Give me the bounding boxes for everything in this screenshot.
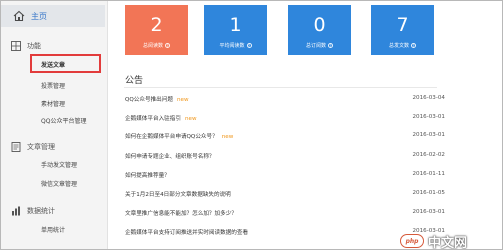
- notice-date: 2016-03-04: [412, 95, 445, 101]
- notice-date: 2016-03-01: [412, 114, 445, 120]
- grid-icon: [11, 41, 21, 51]
- notice-row[interactable]: 如何在企鹅媒体平台申请QQ公众号？ new 2016-03-01: [125, 132, 445, 144]
- notice-row[interactable]: QQ公众号推出问题 new 2016-03-04: [125, 95, 445, 107]
- sidebar-item-vote-manage[interactable]: 投票管理: [41, 81, 65, 90]
- sidebar-section-label: 文章管理: [27, 143, 55, 151]
- sidebar-section-article: 文章管理: [11, 142, 55, 152]
- notice-row[interactable]: 企鹅媒体平台支持订阅推送并实时阅读数据的查看 2016-03-01: [125, 228, 445, 240]
- watermark: php 中文网: [400, 232, 502, 250]
- notice-date: 2016-01-11: [412, 171, 445, 177]
- notice-date: 2016-02-02: [412, 152, 445, 158]
- sidebar-item-single-stats[interactable]: 单用统计: [41, 225, 65, 234]
- new-badge: new: [176, 97, 189, 103]
- sidebar: 主页 功能 发送文章 投票管理 素材管理 QQ公众平台管理 文章管理 手动发文管…: [1, 1, 108, 249]
- app-window: 主页 功能 发送文章 投票管理 素材管理 QQ公众平台管理 文章管理 手动发文管…: [0, 0, 503, 250]
- stat-caption: 总阅读数: [142, 43, 163, 49]
- sidebar-home-label: 主页: [31, 11, 47, 21]
- notice-text[interactable]: 如何在企鹅媒体平台申请QQ公众号？ new: [125, 132, 233, 140]
- stat-value: 1: [229, 14, 242, 36]
- notice-row[interactable]: 关于1月2日至4日部分文章数据缺失的说明 2016-01-05: [125, 190, 445, 202]
- stat-value: 2: [150, 14, 163, 36]
- stat-card-total-subs[interactable]: 0 总订阅数?: [288, 5, 351, 55]
- sidebar-section-label: 功能: [27, 42, 41, 50]
- notice-text[interactable]: 关于1月2日至4日部分文章数据缺失的说明: [125, 190, 231, 198]
- stat-caption: 总订阅数: [305, 43, 326, 49]
- notice-text[interactable]: 如何提高推荐量？: [125, 171, 170, 179]
- help-icon[interactable]: ?: [165, 43, 170, 48]
- document-icon: [11, 142, 21, 152]
- notice-row[interactable]: 文章里推广信息能不能加？怎么加？加多少？ 2016-03-01: [125, 209, 445, 221]
- new-badge: new: [221, 134, 234, 140]
- notice-title: 公告: [125, 76, 144, 86]
- help-icon[interactable]: ?: [328, 43, 333, 48]
- notice-row[interactable]: 企鹅媒体平台入驻指引 new 2016-03-01: [125, 114, 445, 126]
- sidebar-item-wechat-article[interactable]: 微信文章管理: [41, 179, 77, 188]
- stat-value: 0: [313, 14, 326, 36]
- stat-card-total-reads[interactable]: 2 总阅读数?: [125, 5, 188, 55]
- notice-date: 2016-03-01: [412, 209, 445, 215]
- sidebar-section-stats: 数据统计: [11, 206, 55, 216]
- sidebar-item-manual-article[interactable]: 手动发文管理: [41, 160, 77, 169]
- stat-caption: 总发文数: [388, 43, 409, 49]
- watermark-text: 中文网: [428, 235, 468, 250]
- bar-chart-icon: [12, 206, 20, 216]
- sidebar-section-function: 功能: [11, 41, 41, 51]
- help-icon[interactable]: ?: [411, 43, 416, 48]
- sidebar-section-label: 数据统计: [27, 207, 55, 215]
- sidebar-item-home[interactable]: 主页: [1, 5, 105, 27]
- notice-date: 2016-01-05: [412, 190, 445, 196]
- stat-card-avg-reads[interactable]: 1 平均阅读数?: [204, 5, 267, 55]
- notice-text[interactable]: 文章里推广信息能不能加？怎么加？加多少？: [125, 209, 237, 217]
- notice-row[interactable]: 如何申请专题企业、组织账号名称？ 2016-02-02: [125, 152, 445, 164]
- stat-caption: 平均阅读数: [219, 43, 245, 49]
- notice-text[interactable]: QQ公众号推出问题 new: [125, 95, 189, 103]
- home-icon: [13, 10, 25, 22]
- php-logo-icon: php: [400, 234, 424, 248]
- notice-text[interactable]: 企鹅媒体平台支持订阅推送并实时阅读数据的查看: [125, 228, 248, 236]
- stat-value: 7: [396, 14, 409, 36]
- highlight-box: [30, 54, 101, 73]
- notice-row[interactable]: 如何提高推荐量？ 2016-01-11: [125, 171, 445, 183]
- sidebar-item-qq-platform-manage[interactable]: QQ公众平台管理: [41, 116, 86, 125]
- notice-text[interactable]: 企鹅媒体平台入驻指引 new: [125, 114, 197, 122]
- help-icon[interactable]: ?: [246, 43, 252, 48]
- new-badge: new: [184, 116, 197, 122]
- stat-card-total-posts[interactable]: 7 总发文数?: [371, 5, 434, 55]
- notice-date: 2016-03-01: [412, 132, 445, 138]
- sidebar-item-material-manage[interactable]: 素材管理: [41, 99, 65, 108]
- notice-divider: [124, 87, 437, 88]
- notice-text[interactable]: 如何申请专题企业、组织账号名称？: [125, 152, 215, 160]
